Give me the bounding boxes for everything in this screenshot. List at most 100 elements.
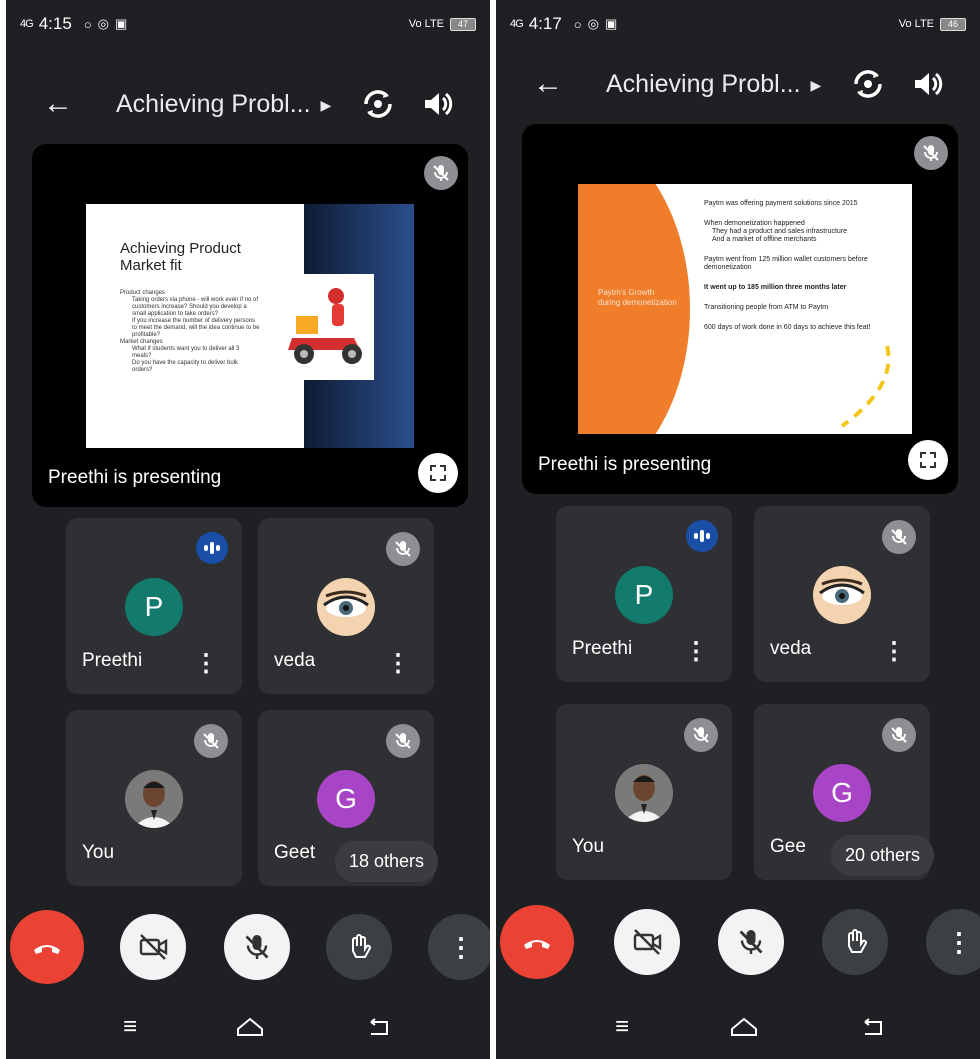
participant-tile[interactable]: veda ⋮ xyxy=(258,518,434,694)
network-indicator: Vo LTE xyxy=(408,18,444,30)
back-nav-icon[interactable] xyxy=(856,1011,892,1043)
more-vert-icon[interactable]: ⋮ xyxy=(194,652,218,676)
mic-off-icon xyxy=(882,520,916,554)
more-vert-icon[interactable]: ⋮ xyxy=(882,640,906,664)
avatar: G xyxy=(813,764,871,822)
top-bar: ← Achieving Probl... ▶ xyxy=(496,54,980,114)
end-call-button[interactable] xyxy=(10,910,84,984)
whatsapp-icon: ◎ xyxy=(587,16,599,31)
back-arrow-icon[interactable]: ← xyxy=(36,82,80,126)
status-bar: 4G 4:17 ○ ◎ ▣ Vo LTE 46 xyxy=(496,0,980,48)
more-vert-icon[interactable]: ⋮ xyxy=(386,652,410,676)
signal-indicator: 4G xyxy=(510,18,524,30)
slide-bullets: Paytm was offering payment solutions sin… xyxy=(704,200,904,332)
slide-heading: Achieving Product Market fit xyxy=(120,240,241,274)
mic-off-icon xyxy=(882,718,916,752)
avatar: P xyxy=(615,566,673,624)
participant-name: Preethi xyxy=(572,638,633,659)
mic-off-icon xyxy=(684,718,718,752)
status-bar: 4G 4:15 ○ ◎ ▣ Vo LTE 47 xyxy=(6,0,490,48)
slide-bullet: They had a product and sales infrastruct… xyxy=(712,228,848,235)
switch-camera-icon[interactable] xyxy=(846,62,890,106)
mic-off-button[interactable] xyxy=(718,909,784,975)
speaking-indicator-icon xyxy=(686,520,718,552)
slide-left-text: Paytm's Growth during demonetization xyxy=(598,288,677,307)
slide-bullet: What if students want you to deliver all… xyxy=(132,346,240,359)
briefcase-icon: ▣ xyxy=(114,16,128,31)
participant-name: Gee xyxy=(770,836,806,857)
raise-hand-button[interactable] xyxy=(326,914,392,980)
end-call-button[interactable] xyxy=(500,905,574,979)
mic-off-icon xyxy=(194,724,228,758)
fullscreen-icon[interactable] xyxy=(908,440,948,480)
slide-bullet: If you increase the number of delivery p… xyxy=(132,318,260,338)
participant-tile[interactable]: veda ⋮ xyxy=(754,506,930,682)
mic-off-icon xyxy=(914,136,948,170)
menu-icon[interactable]: ≡ xyxy=(604,1011,640,1043)
presentation-view[interactable]: Achieving Product Market fit Product cha… xyxy=(32,144,468,507)
others-count-button[interactable]: 18 others xyxy=(334,841,438,882)
mic-off-icon xyxy=(424,156,458,190)
chevron-right-icon: ▶ xyxy=(320,96,332,113)
avatar-eye-image xyxy=(317,578,375,636)
participant-name: veda xyxy=(770,638,812,659)
top-bar: ← Achieving Probl... ▶ xyxy=(6,74,490,134)
avatar-photo xyxy=(125,770,183,828)
slide-bullet: Taking orders via phone - will work even… xyxy=(132,297,259,317)
system-nav-bar: ≡ xyxy=(6,997,490,1059)
participant-tile[interactable]: P Preethi ⋮ xyxy=(556,506,732,682)
participant-tile[interactable]: You xyxy=(556,704,732,880)
signal-indicator: 4G xyxy=(20,18,34,30)
meeting-title: Achieving Probl... xyxy=(116,90,311,118)
home-icon[interactable] xyxy=(726,1011,762,1043)
meeting-title-button[interactable]: Achieving Probl... ▶ xyxy=(606,70,821,99)
screen-2: 4G 4:17 ○ ◎ ▣ Vo LTE 46 ← Achieving Prob… xyxy=(496,0,980,1059)
circle-icon: ○ xyxy=(83,16,92,32)
presentation-view[interactable]: Paytm's Growth during demonetization Pay… xyxy=(522,124,958,494)
participant-name: veda xyxy=(274,650,316,671)
slide-bullet: Paytm was offering payment solutions sin… xyxy=(704,200,858,207)
more-options-button[interactable]: ⋮ xyxy=(428,914,490,980)
slide: Paytm's Growth during demonetization Pay… xyxy=(578,184,912,434)
participant-name: You xyxy=(572,836,605,857)
camera-off-button[interactable] xyxy=(120,914,186,980)
participant-tile[interactable]: You xyxy=(66,710,242,886)
mic-off-icon xyxy=(386,532,420,566)
system-nav-bar: ≡ xyxy=(496,997,980,1059)
call-controls: ⋮ xyxy=(6,910,490,990)
slide-bullet: Transitioning people from ATM to Paytm xyxy=(704,304,829,311)
back-arrow-icon[interactable]: ← xyxy=(526,62,570,106)
slide: Achieving Product Market fit Product cha… xyxy=(86,204,414,448)
back-nav-icon[interactable] xyxy=(362,1011,398,1043)
more-vert-icon: ⋮ xyxy=(448,931,474,962)
menu-icon[interactable]: ≡ xyxy=(112,1011,148,1043)
mic-off-icon xyxy=(386,724,420,758)
others-count-button[interactable]: 20 others xyxy=(830,835,934,876)
participant-tile[interactable]: G Gee 20 others xyxy=(754,704,934,880)
more-vert-icon[interactable]: ⋮ xyxy=(684,640,708,664)
fullscreen-icon[interactable] xyxy=(418,453,458,493)
camera-off-button[interactable] xyxy=(614,909,680,975)
avatar: P xyxy=(125,578,183,636)
whatsapp-icon: ◎ xyxy=(97,16,109,31)
more-options-button[interactable]: ⋮ xyxy=(926,909,980,975)
slide-bullets: Product changes Taking orders via phone … xyxy=(120,290,260,374)
dashed-arrow-decoration xyxy=(840,345,891,428)
slide-bullet: Market changes xyxy=(120,339,163,345)
speaker-icon[interactable] xyxy=(906,62,950,106)
slide-bullet: Product changes xyxy=(120,290,166,296)
raise-hand-button[interactable] xyxy=(822,909,888,975)
participant-tile[interactable]: G Geet 18 others xyxy=(258,710,438,886)
screen-1: 4G 4:15 ○ ◎ ▣ Vo LTE 47 ← Achieving Prob… xyxy=(6,0,490,1059)
more-vert-icon: ⋮ xyxy=(946,926,972,957)
participant-name: You xyxy=(82,842,115,863)
home-icon[interactable] xyxy=(232,1011,268,1043)
circle-icon: ○ xyxy=(573,16,582,32)
slide-bullet: Paytm went from 125 million wallet custo… xyxy=(704,256,868,271)
mic-off-button[interactable] xyxy=(224,914,290,980)
speaker-icon[interactable] xyxy=(416,82,460,126)
switch-camera-icon[interactable] xyxy=(356,82,400,126)
participant-tile[interactable]: P Preethi ⋮ xyxy=(66,518,242,694)
meeting-title-button[interactable]: Achieving Probl... ▶ xyxy=(116,90,331,119)
presenting-label: Preethi is presenting xyxy=(48,467,222,488)
